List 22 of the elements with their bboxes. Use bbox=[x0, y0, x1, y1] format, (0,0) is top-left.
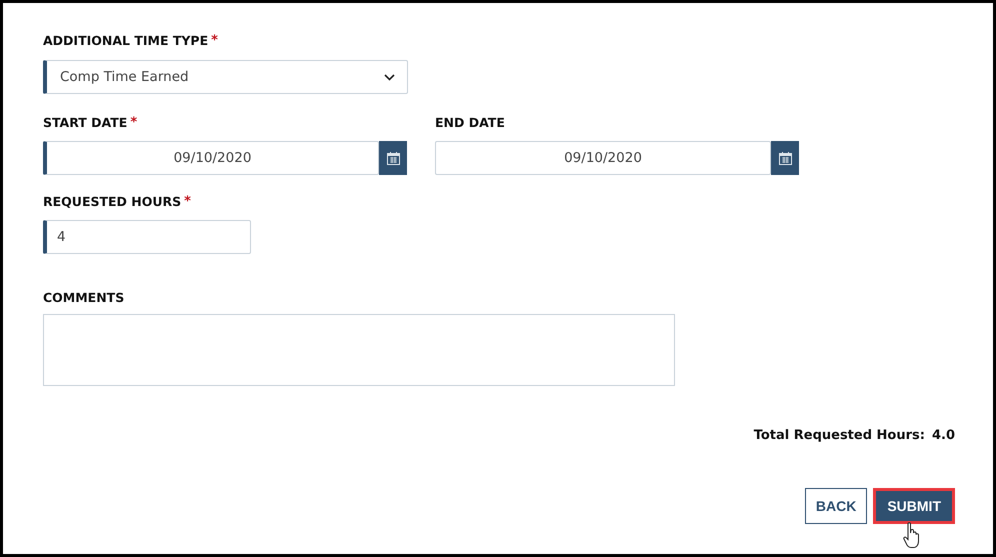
field-label: COMMENTS bbox=[43, 290, 124, 304]
required-asterisk: * bbox=[184, 194, 191, 208]
total-label: Total Requested Hours: bbox=[754, 428, 925, 443]
field-label: START DATE bbox=[43, 114, 128, 130]
date-field[interactable]: 09/10/2020 bbox=[43, 141, 379, 175]
calendar-icon bbox=[778, 152, 792, 164]
calendar-button[interactable] bbox=[379, 141, 407, 175]
required-asterisk: * bbox=[211, 32, 218, 48]
time-type-dropdown[interactable]: Comp Time Earned bbox=[43, 60, 408, 94]
total-value: 4.0 bbox=[932, 428, 955, 443]
date-field[interactable]: 09/10/2020 bbox=[435, 141, 771, 175]
field-label: ADDITIONAL TIME TYPE bbox=[43, 32, 208, 48]
field-label: REQUESTED HOURS bbox=[43, 194, 182, 208]
back-button[interactable]: BACK bbox=[804, 488, 868, 524]
comments-field[interactable] bbox=[43, 314, 675, 386]
hours-field[interactable]: 4 bbox=[43, 220, 251, 254]
required-asterisk: * bbox=[130, 114, 138, 130]
calendar-icon bbox=[386, 152, 400, 164]
calendar-button[interactable] bbox=[771, 141, 799, 175]
submit-button[interactable]: SUBMIT bbox=[873, 488, 955, 524]
chevron-down-icon bbox=[384, 74, 395, 80]
field-label: END DATE bbox=[435, 114, 505, 130]
